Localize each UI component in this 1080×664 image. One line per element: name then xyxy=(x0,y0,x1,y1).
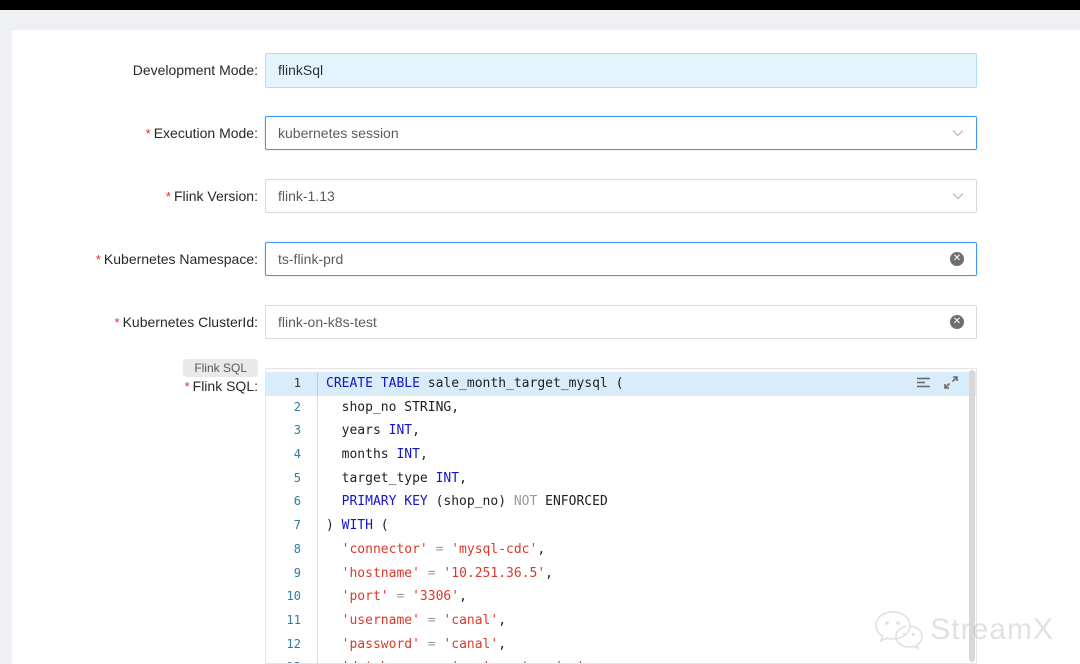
kubernetes-namespace-value: ts-flink-prd xyxy=(278,251,344,267)
line-number: 7 xyxy=(266,514,318,538)
code-line[interactable]: 11 'username' = 'canal', xyxy=(266,608,976,633)
code-text: 'hostname' = '10.251.36.5', xyxy=(341,565,553,581)
top-black-bar xyxy=(0,0,1080,10)
sql-editor-lines: 1 CREATE TABLE sale_month_target_mysql ( 2… xyxy=(266,372,976,663)
execution-mode-select[interactable]: kubernetes session xyxy=(265,116,977,150)
code-text: target_type INT, xyxy=(326,470,467,486)
code-line[interactable]: 4 months INT, xyxy=(266,443,976,467)
flink-sql-tooltip: Flink SQL xyxy=(183,359,258,377)
code-text: months INT, xyxy=(326,447,428,463)
code-text: 'connector' = 'mysql-cdc', xyxy=(341,541,546,557)
clear-icon[interactable]: ✕ xyxy=(950,315,964,329)
code-text: 'username' = 'canal', xyxy=(341,612,507,628)
form-row-kubernetes-clusterid: * Kubernetes ClusterId: flink-on-k8s-test… xyxy=(12,305,1080,339)
required-mark: * xyxy=(165,189,171,204)
line-number: 3 xyxy=(266,419,318,444)
field-label-text: Kubernetes Namespace: xyxy=(103,251,258,267)
line-number: 10 xyxy=(266,585,318,609)
code-line[interactable]: 8 'connector' = 'mysql-cdc', xyxy=(266,537,976,562)
line-number: 12 xyxy=(266,632,318,657)
development-mode-value: flinkSql xyxy=(265,52,977,88)
line-number: 1 xyxy=(266,372,318,396)
chevron-down-icon xyxy=(952,192,964,200)
field-label-text: Execution Mode: xyxy=(153,125,258,141)
line-number: 6 xyxy=(266,490,318,515)
code-text: 'port' = '3306', xyxy=(341,589,467,605)
code-text: 'password' = 'canal', xyxy=(341,636,507,652)
line-number: 11 xyxy=(266,608,318,633)
flink-version-value: flink-1.13 xyxy=(278,188,335,204)
flink-sql-label: Flink SQL * Flink SQL: xyxy=(12,359,265,394)
required-mark: * xyxy=(114,315,120,330)
form-row-kubernetes-namespace: * Kubernetes Namespace: ts-flink-prd ✕ xyxy=(12,242,1080,276)
code-text: years INT, xyxy=(326,423,420,439)
format-lines-icon[interactable] xyxy=(916,376,931,389)
form-row-development-mode: Development Mode: flinkSql xyxy=(12,52,1080,88)
content-panel: Development Mode: flinkSql * Execution Mo… xyxy=(12,30,1080,664)
flink-sql-editor[interactable]: 1 CREATE TABLE sale_month_target_mysql ( 2… xyxy=(265,368,977,664)
code-line[interactable]: 9 'hostname' = '10.251.36.5', xyxy=(266,561,976,586)
code-text: shop_no STRING, xyxy=(326,399,460,415)
code-line[interactable]: 10 'port' = '3306', xyxy=(266,585,976,609)
code-line[interactable]: 3 years INT, xyxy=(266,419,976,444)
form-row-flink-sql: Flink SQL * Flink SQL: 1 CREATE TABLE sale… xyxy=(12,359,1080,664)
code-text: ) WITH ( xyxy=(326,518,389,534)
code-text: CREATE TABLE sale_month_target_mysql ( xyxy=(326,376,624,391)
code-line[interactable]: 12 'password' = 'canal', xyxy=(266,632,976,657)
code-text: PRIMARY KEY (shop_no) NOT ENFORCED xyxy=(341,494,608,510)
chevron-down-icon xyxy=(952,129,964,137)
field-label-text: Kubernetes ClusterId: xyxy=(122,314,258,330)
development-mode-text: flinkSql xyxy=(278,62,324,78)
form-row-execution-mode: * Execution Mode: kubernetes session xyxy=(12,116,1080,150)
kubernetes-clusterid-label: * Kubernetes ClusterId: xyxy=(12,314,265,330)
code-line[interactable]: 5 target_type INT, xyxy=(266,466,976,491)
execution-mode-value: kubernetes session xyxy=(278,125,399,141)
form-row-flink-version: * Flink Version: flink-1.13 xyxy=(12,179,1080,213)
job-config-form: Development Mode: flinkSql * Execution Mo… xyxy=(12,30,1080,664)
required-mark: * xyxy=(184,379,190,394)
line-number: 4 xyxy=(266,443,318,467)
line-number: 13 xyxy=(266,656,318,663)
execution-mode-label: * Execution Mode: xyxy=(12,125,265,141)
kubernetes-namespace-input[interactable]: ts-flink-prd ✕ xyxy=(265,242,977,276)
field-label-text: Flink Version: xyxy=(173,188,258,204)
fullscreen-expand-icon[interactable] xyxy=(944,376,958,389)
line-number: 9 xyxy=(266,561,318,586)
code-line[interactable]: 6 PRIMARY KEY (shop_no) NOT ENFORCED xyxy=(266,490,976,515)
code-text: 'database-name' = 'sport_order' xyxy=(318,656,585,663)
kubernetes-clusterid-input[interactable]: flink-on-k8s-test ✕ xyxy=(265,305,977,339)
editor-toolbar xyxy=(916,376,958,389)
editor-scrollbar[interactable] xyxy=(969,370,975,662)
required-mark: * xyxy=(95,252,101,267)
required-mark: * xyxy=(145,126,151,141)
field-label-text: Development Mode: xyxy=(132,62,258,78)
line-number: 8 xyxy=(266,537,318,562)
development-mode-label: Development Mode: xyxy=(12,62,265,78)
flink-version-select[interactable]: flink-1.13 xyxy=(265,179,977,213)
kubernetes-clusterid-value: flink-on-k8s-test xyxy=(278,314,377,330)
code-line[interactable]: 1 CREATE TABLE sale_month_target_mysql ( xyxy=(266,372,976,396)
code-line[interactable]: 2 shop_no STRING, xyxy=(266,395,976,420)
clear-icon[interactable]: ✕ xyxy=(950,252,964,266)
field-label-text: Flink SQL: xyxy=(192,378,258,394)
line-number: 2 xyxy=(266,395,318,420)
flink-version-label: * Flink Version: xyxy=(12,188,265,204)
code-line[interactable]: 13 'database-name' = 'sport_order' xyxy=(266,656,976,663)
kubernetes-namespace-label: * Kubernetes Namespace: xyxy=(12,251,265,267)
code-line[interactable]: 7 ) WITH ( xyxy=(266,514,976,538)
line-number: 5 xyxy=(266,466,318,491)
